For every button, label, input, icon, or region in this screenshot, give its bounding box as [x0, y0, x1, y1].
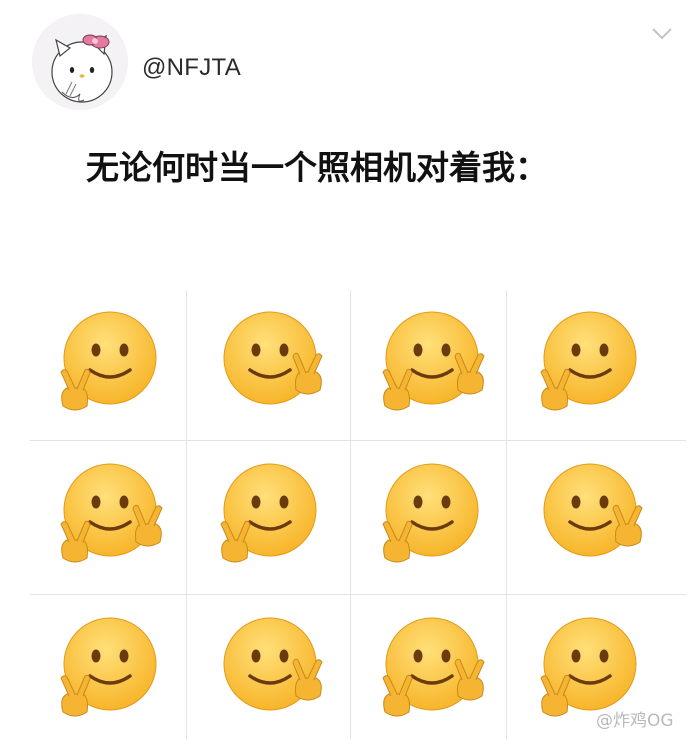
emoji-cell	[510, 442, 670, 592]
post-text: 无论何时当一个照相机对着我：	[86, 148, 548, 187]
emoji-cell	[190, 442, 350, 592]
emoji-cell	[190, 290, 350, 440]
smiling-face-peace-sign-icon	[223, 617, 323, 711]
smiling-face-peace-sign-icon	[60, 311, 157, 411]
smiling-face-peace-sign-icon	[223, 311, 323, 405]
smiling-face-peace-sign-icon	[540, 311, 637, 411]
smiling-face-peace-sign-icon	[382, 463, 479, 563]
emoji-cell	[352, 290, 512, 440]
emoji-cell	[30, 442, 190, 592]
emoji-cell	[190, 596, 350, 746]
emoji-cell	[30, 290, 190, 440]
grid-line	[30, 440, 686, 441]
smiling-face-peace-sign-icon	[60, 463, 163, 563]
hello-kitty-avatar-icon	[32, 14, 128, 110]
emoji-cell	[510, 290, 670, 440]
emoji-grid	[30, 290, 686, 739]
smiling-face-peace-sign-icon	[543, 463, 643, 557]
post-header: @NFJTA	[0, 0, 690, 120]
watermark: @炸鸡OG	[596, 711, 674, 731]
smiling-face-peace-sign-icon	[60, 617, 157, 717]
smiling-face-peace-sign-icon	[382, 617, 485, 717]
username[interactable]: @NFJTA	[142, 54, 241, 82]
chevron-down-icon[interactable]	[650, 26, 674, 42]
emoji-cell	[352, 442, 512, 592]
grid-line	[350, 290, 351, 739]
grid-line	[30, 594, 686, 595]
emoji-cell	[30, 596, 190, 746]
avatar[interactable]	[32, 14, 128, 110]
smiling-face-peace-sign-icon	[220, 463, 317, 563]
emoji-cell	[352, 596, 512, 746]
smiling-face-peace-sign-icon	[382, 311, 485, 411]
